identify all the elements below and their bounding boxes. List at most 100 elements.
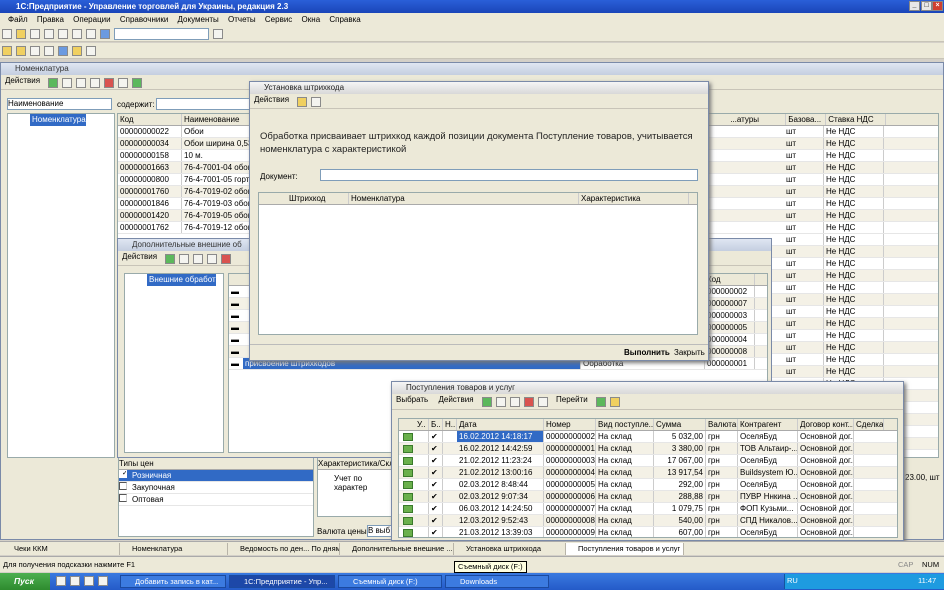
journal-icon[interactable] [44,46,54,56]
delete-icon[interactable] [523,397,534,407]
undo-icon[interactable] [86,29,96,39]
folder-add-icon[interactable] [193,254,204,264]
col-unit-type[interactable]: ...атуры [728,114,787,125]
table-row[interactable]: ✔ 21.03.2012 13:39:03 00000000009 На склад 6… [399,527,897,537]
col-date[interactable]: Дата [457,419,544,430]
col-nomenclature[interactable]: Номенклатура [349,193,579,204]
table-row[interactable]: ✔ 02.03.2012 8:48:44 00000000005 На склад 29… [399,479,897,491]
language-indicator[interactable]: RU [787,576,798,585]
wintab-kkm[interactable]: Чеки ККМ [2,543,120,555]
user-icon[interactable] [58,46,68,56]
menu-file[interactable]: Файл [8,15,28,24]
filter-icon[interactable] [537,397,548,407]
find-icon[interactable] [100,29,110,39]
help-icon[interactable] [609,397,620,407]
wintab-external[interactable]: Дополнительные внешние ... [340,543,454,555]
col-vat[interactable]: Ставка НДС [826,114,887,125]
refresh-icon[interactable] [595,397,606,407]
refresh-icon[interactable] [132,78,143,88]
col-type[interactable]: Вид поступле... [596,419,654,430]
col-barcode[interactable]: Штрихкод [259,193,349,204]
col-u[interactable]: У.. [399,419,429,430]
table-row[interactable]: ✔ 06.03.2012 14:24:50 00000000007 На склад 1… [399,503,897,515]
edit-icon[interactable] [90,78,101,88]
col-name[interactable]: Наименование [182,114,252,125]
filter-icon[interactable] [118,78,129,88]
col-base-unit[interactable]: Базова... [786,114,827,125]
col-characteristic[interactable]: Характеристика [579,193,689,204]
quicklaunch-icon[interactable] [70,576,80,586]
barcode-actions-menu[interactable]: Действия [250,94,293,106]
select-button[interactable]: Выбрать [392,394,432,406]
menu-service[interactable]: Сервис [265,15,292,24]
menu-operations[interactable]: Операции [73,15,110,24]
menu-reports[interactable]: Отчеты [228,15,256,24]
goto-menu[interactable]: Перейти [552,394,592,406]
delete-icon[interactable] [221,254,232,264]
add-icon[interactable] [481,397,492,407]
new-icon[interactable] [2,29,12,39]
tree-root[interactable]: Номенклатура [30,114,86,126]
col-deal[interactable]: Сделка [854,419,884,430]
edit-icon[interactable] [509,397,520,407]
document-input[interactable] [320,169,698,181]
copy-icon[interactable] [495,397,506,407]
help-icon[interactable] [297,97,308,107]
col-b[interactable]: Б.. [429,419,443,430]
open-icon[interactable] [16,29,26,39]
task-browser[interactable]: Добавить запись в кат... [120,575,226,588]
table-row[interactable]: ✔ 02.03.2012 9:07:34 00000000006 На склад 28… [399,491,897,503]
add-icon[interactable] [48,78,59,88]
close-button[interactable]: × [932,1,943,11]
external-col-code[interactable]: Код [705,274,755,285]
maximize-button[interactable]: □ [921,1,932,11]
start-button[interactable]: Пуск [0,573,50,590]
wintab-receipts[interactable]: Поступления товаров и услуг [566,543,684,555]
close-small-icon[interactable] [311,97,322,107]
wintab-barcode[interactable]: Установка штрихкода [454,543,566,555]
copy-icon[interactable] [179,254,190,264]
filter-field-select[interactable]: Наименование [7,98,112,110]
col-contract[interactable]: Договор конт... [798,419,854,430]
table-row[interactable]: ✔ 16.02.2012 14:18:17 00000000002 На склад 5… [399,431,897,443]
add-icon[interactable] [165,254,176,264]
table-row[interactable]: ✔ 12.03.2012 9:52:43 00000000008 На склад 54… [399,515,897,527]
task-1c[interactable]: 1С:Предприятие - Упр... [229,575,335,588]
quicklaunch-icon[interactable] [84,576,94,586]
col-code[interactable]: Код [118,114,182,125]
menu-references[interactable]: Справочники [120,15,168,24]
folder-add-icon[interactable] [76,78,87,88]
run-button[interactable]: Выполнить [620,347,674,359]
save-icon[interactable] [30,29,40,39]
menu-documents[interactable]: Документы [178,15,219,24]
external-actions-menu[interactable]: Действия [118,251,161,263]
table-row[interactable]: ✔ 21.02.2012 13:00:16 00000000004 На склад 1… [399,467,897,479]
menu-windows[interactable]: Окна [302,15,321,24]
price-type-row[interactable]: Оптовая [119,494,313,506]
catalog-icon[interactable] [2,46,12,56]
col-counterparty[interactable]: Контрагент [738,419,798,430]
task-downloads[interactable]: Downloads [445,575,549,588]
cut-icon[interactable] [44,29,54,39]
menu-help[interactable]: Справка [329,15,360,24]
table-row[interactable]: ✔ 21.02.2012 11:23:24 00000000003 На склад 1… [399,455,897,467]
price-type-row[interactable]: Закупочная [119,482,313,494]
copy-icon[interactable] [58,29,68,39]
quicklaunch-icon[interactable] [98,576,108,586]
help-icon[interactable] [213,29,224,39]
currency-value[interactable]: В выб [367,525,393,537]
folder-icon[interactable] [16,46,26,56]
wintab-nomenclature[interactable]: Номенклатура [120,543,228,555]
doc-icon[interactable] [30,46,40,56]
paste-icon[interactable] [72,29,82,39]
receipts-actions-menu[interactable]: Действия [434,394,477,406]
quicklaunch-icon[interactable] [56,576,66,586]
wintab-statement[interactable]: Ведомость по ден... По дням [228,543,340,555]
close-dialog-button[interactable]: Закрыть [670,347,709,359]
menu-edit[interactable]: Правка [37,15,64,24]
col-currency[interactable]: Валюта [706,419,738,430]
copy-icon[interactable] [62,78,73,88]
external-tree-root[interactable]: Внешние обработ [147,274,216,286]
price-type-row[interactable]: ✓Розничная [119,470,313,482]
minimize-button[interactable]: _ [909,1,920,11]
